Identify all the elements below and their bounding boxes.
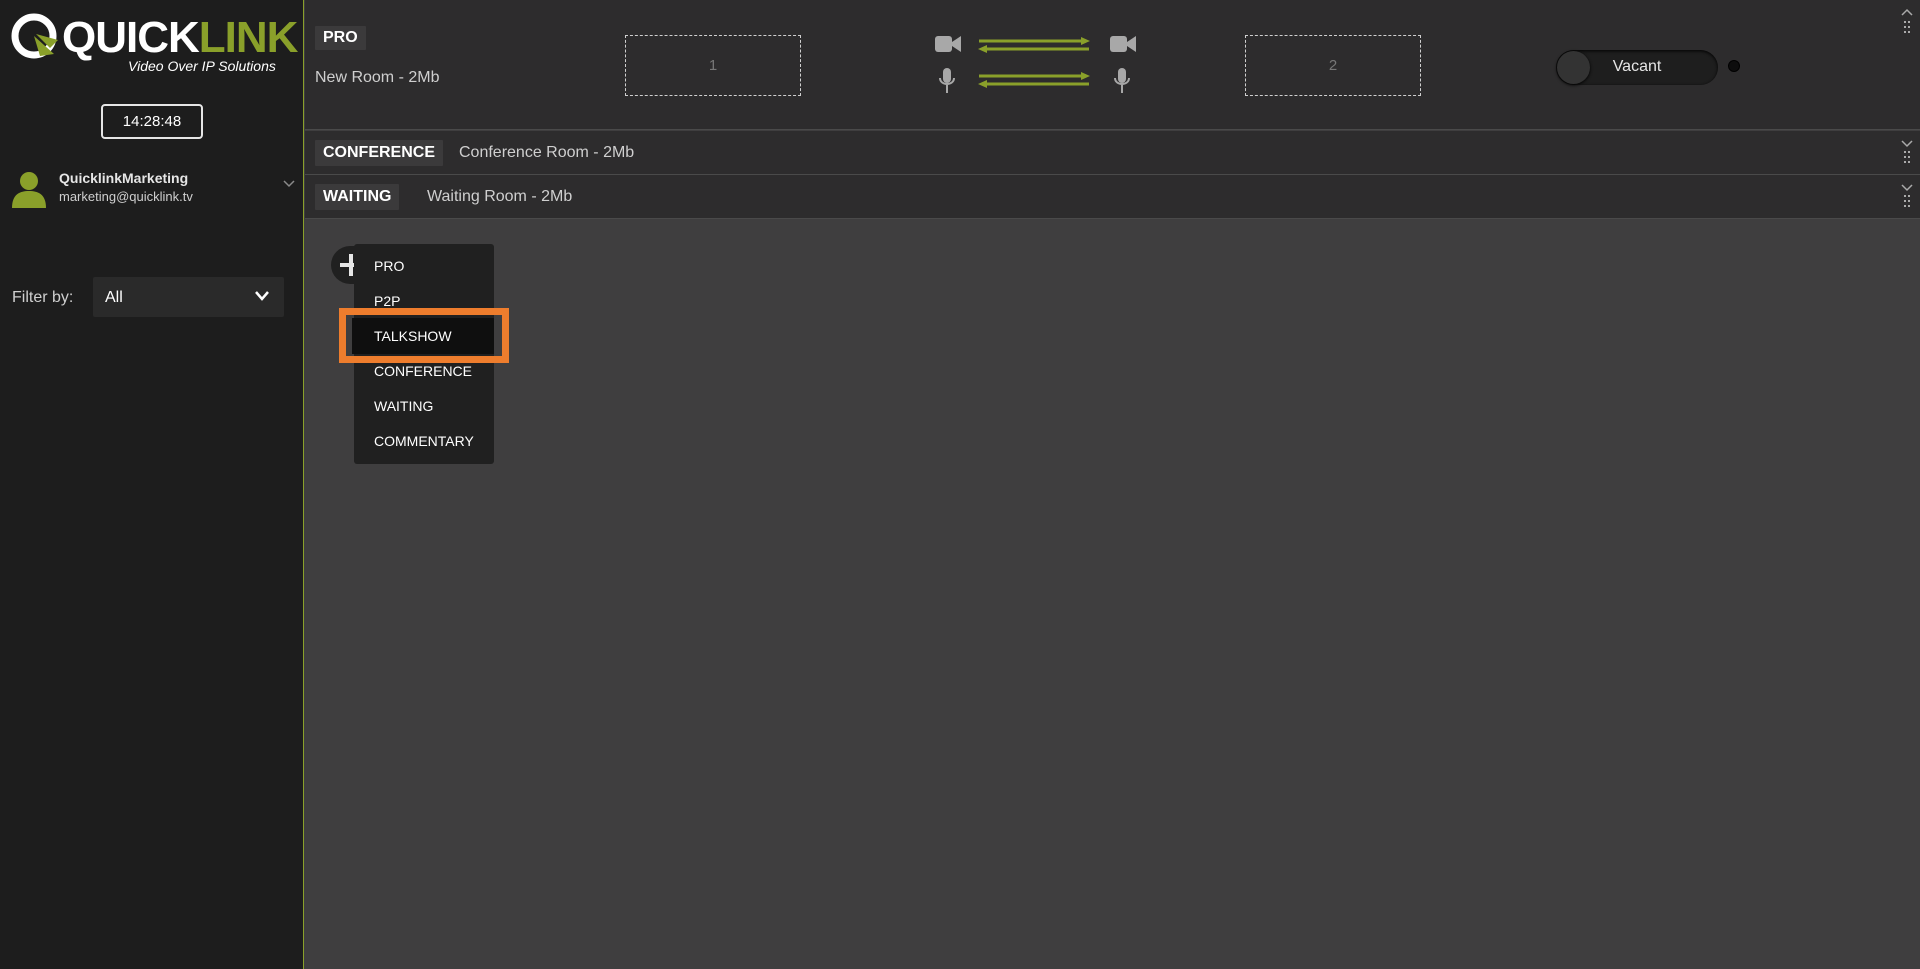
collapse-handle-icon[interactable] <box>1900 5 1914 35</box>
filter-value: All <box>105 289 123 306</box>
menu-item-p2p[interactable]: P2P <box>374 293 400 309</box>
menu-item-commentary[interactable]: COMMENTARY <box>374 433 474 449</box>
room-status-toggle[interactable]: Vacant <box>1556 50 1718 85</box>
logo-tagline: Video Over IP Solutions <box>128 58 276 74</box>
room-name: Waiting Room - 2Mb <box>427 188 573 205</box>
room-type-badge: WAITING <box>315 184 400 210</box>
camera-icon <box>1110 36 1136 52</box>
user-account[interactable]: QuicklinkMarketing marketing@quicklink.t… <box>10 166 295 212</box>
video-stream-arrows-icon <box>978 37 1090 53</box>
expand-handle-icon[interactable] <box>1900 137 1914 167</box>
camera-icon <box>935 36 961 52</box>
menu-item-waiting[interactable]: WAITING <box>374 398 433 414</box>
user-name: QuicklinkMarketing <box>59 170 189 186</box>
expand-handle-icon[interactable] <box>1900 181 1914 211</box>
room-status-label: Vacant <box>1612 58 1662 75</box>
chevron-down-icon <box>255 291 269 301</box>
participant-slot-2[interactable]: 2 <box>1245 35 1421 96</box>
room-type-badge: PRO <box>315 26 366 50</box>
menu-item-conference[interactable]: CONFERENCE <box>374 363 472 379</box>
chevron-down-icon[interactable] <box>283 180 295 188</box>
room-name: Conference Room - 2Mb <box>459 144 635 161</box>
filter-select[interactable]: All <box>93 277 284 317</box>
logo-wordmark: QUICKLINK <box>62 13 298 62</box>
room-type-badge: CONFERENCE <box>315 140 444 166</box>
status-indicator-dot <box>1728 60 1740 72</box>
user-avatar-icon <box>12 172 46 208</box>
audio-stream-arrows-icon <box>978 72 1090 88</box>
microphone-icon <box>1114 68 1130 93</box>
filter-label: Filter by: <box>12 289 74 306</box>
room-row-conference[interactable]: CONFERENCE Conference Room - 2Mb <box>305 131 1920 175</box>
highlight-box <box>339 308 509 363</box>
menu-item-pro[interactable]: PRO <box>374 258 404 274</box>
user-email: marketing@quicklink.tv <box>59 189 193 204</box>
clock: 14:28:48 <box>101 104 203 139</box>
quicklink-logo: QUICKLINK Video Over IP Solutions <box>10 10 298 80</box>
sidebar: QUICKLINK Video Over IP Solutions 14:28:… <box>0 0 304 969</box>
participant-slot-1[interactable]: 1 <box>625 35 801 96</box>
microphone-icon <box>939 68 955 93</box>
room-row-waiting[interactable]: WAITING Waiting Room - 2Mb <box>305 175 1920 219</box>
room-name[interactable]: New Room - 2Mb <box>315 69 439 87</box>
main-panel: PRO New Room - 2Mb 1 2 Vacant CONFERENCE… <box>305 0 1920 969</box>
room-row-pro: PRO New Room - 2Mb 1 2 Vacant <box>305 0 1920 130</box>
quicklink-logo-icon <box>11 13 58 59</box>
